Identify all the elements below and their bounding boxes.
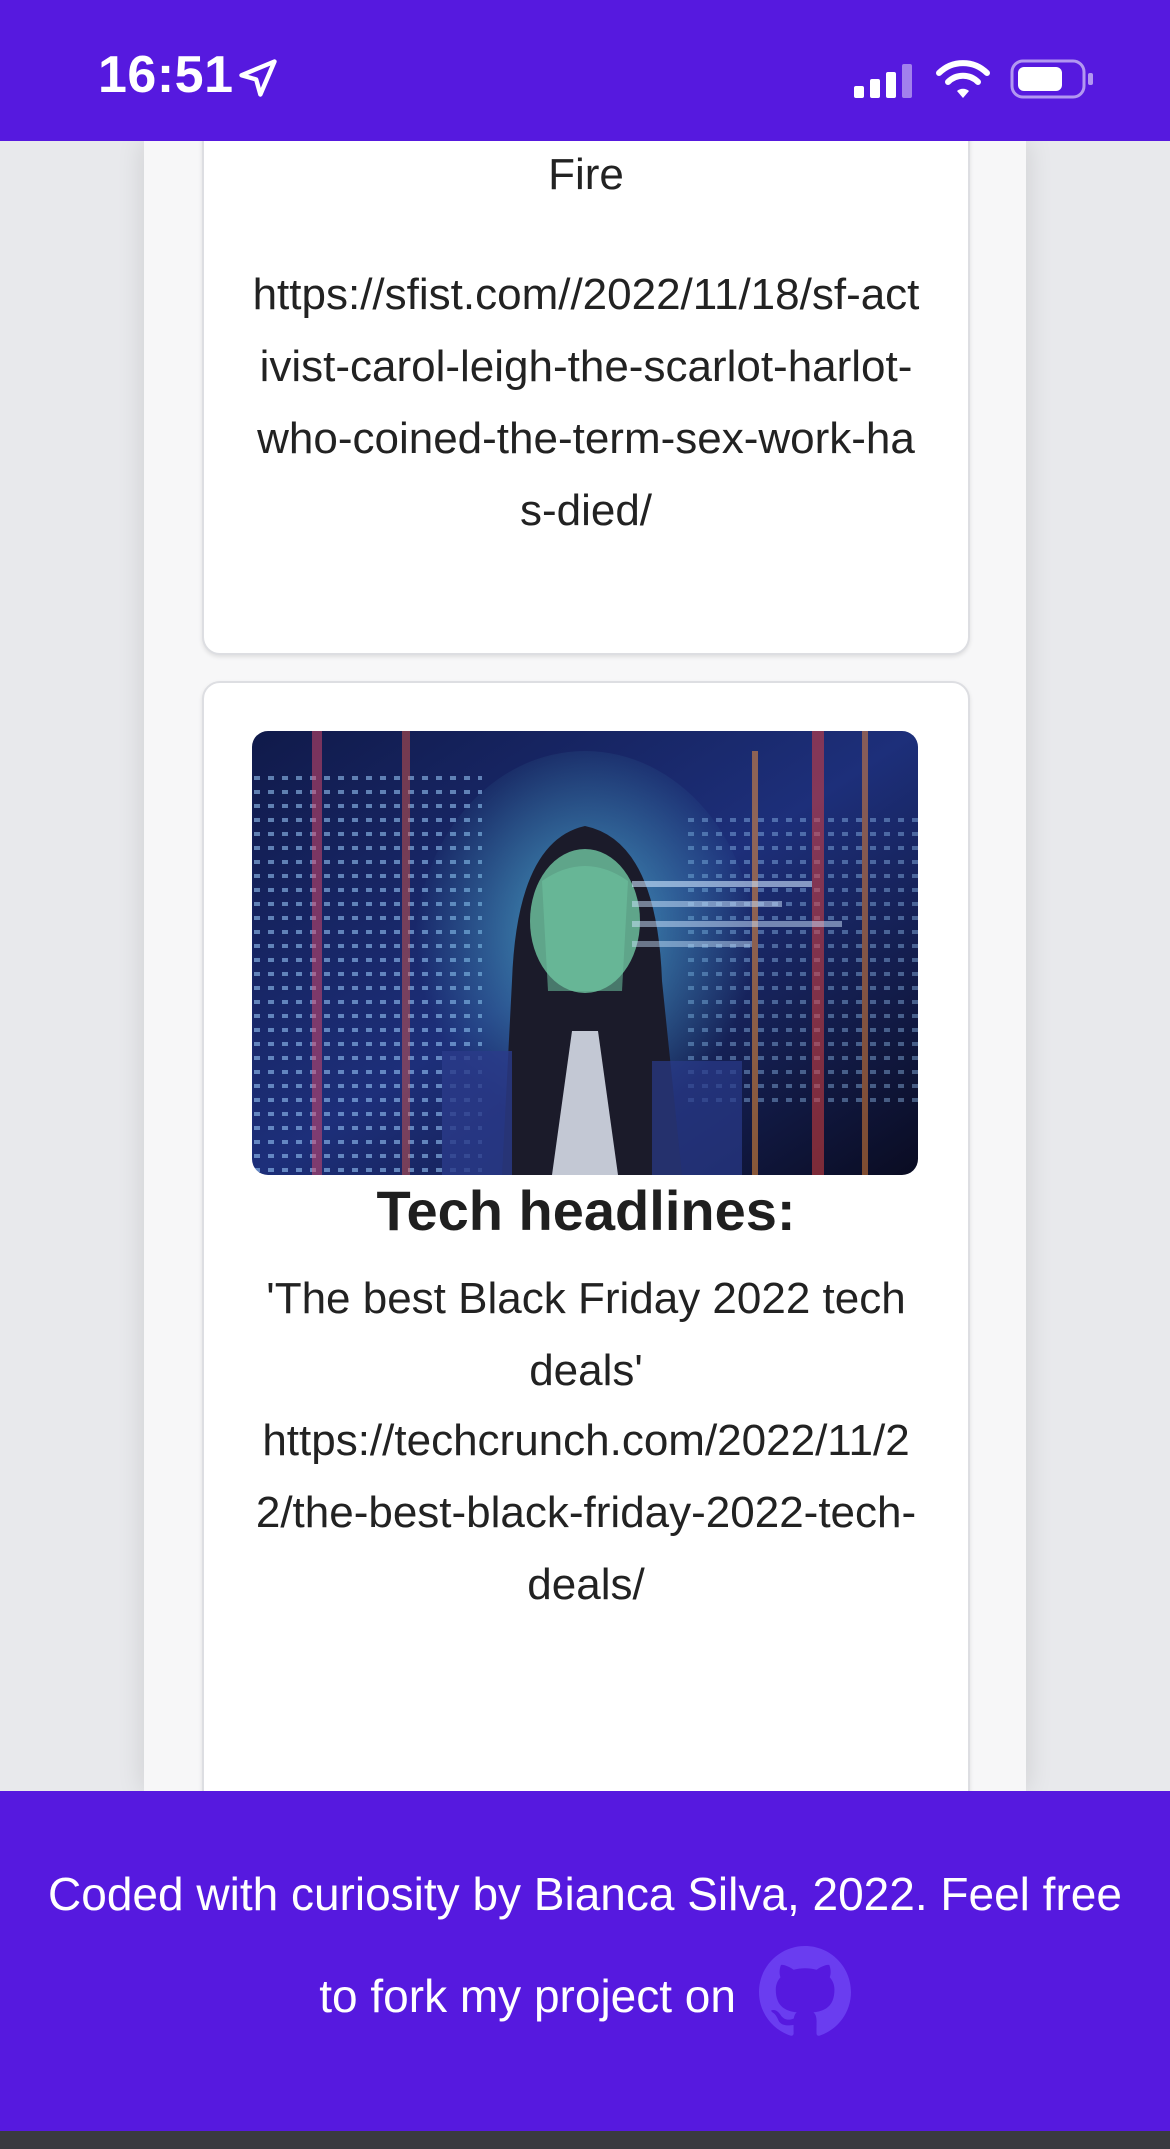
github-icon[interactable] — [758, 1945, 851, 2038]
battery-icon — [1010, 59, 1093, 99]
page-content[interactable]: Fire https://sfist.com//2022/11/18/sf-ac… — [0, 141, 1170, 1791]
section-title: Tech headlines: — [376, 1179, 796, 1242]
footer-text-block: Coded with curiosity by Bianca Silva, 20… — [40, 1843, 1130, 2047]
news-card-local: Fire https://sfist.com//2022/11/18/sf-ac… — [202, 141, 970, 655]
news-card-tech: Tech headlines: 'The best Black Friday 2… — [202, 681, 970, 1791]
headline-text: Fire — [548, 150, 624, 199]
location-arrow-icon — [239, 59, 277, 97]
news-column: Fire https://sfist.com//2022/11/18/sf-ac… — [144, 141, 1026, 1791]
status-bar: 16:51 — [0, 0, 1170, 141]
wifi-icon — [936, 60, 990, 98]
footer: Coded with curiosity by Bianca Silva, 20… — [0, 1791, 1170, 2131]
bottom-edge — [0, 2131, 1170, 2149]
status-time: 16:51 — [98, 46, 234, 104]
tech-headline-image — [252, 731, 918, 1175]
cellular-signal-icon — [854, 64, 912, 98]
footer-credit: Coded with curiosity by Bianca Silva, 20… — [48, 1868, 1122, 2022]
article-link[interactable]: https://techcrunch.com/2022/11/22/the-be… — [204, 1405, 968, 1621]
headline-text: 'The best Black Friday 2022 tech deals' — [266, 1274, 906, 1395]
article-link[interactable]: https://sfist.com//2022/11/18/sf-activis… — [204, 259, 968, 547]
